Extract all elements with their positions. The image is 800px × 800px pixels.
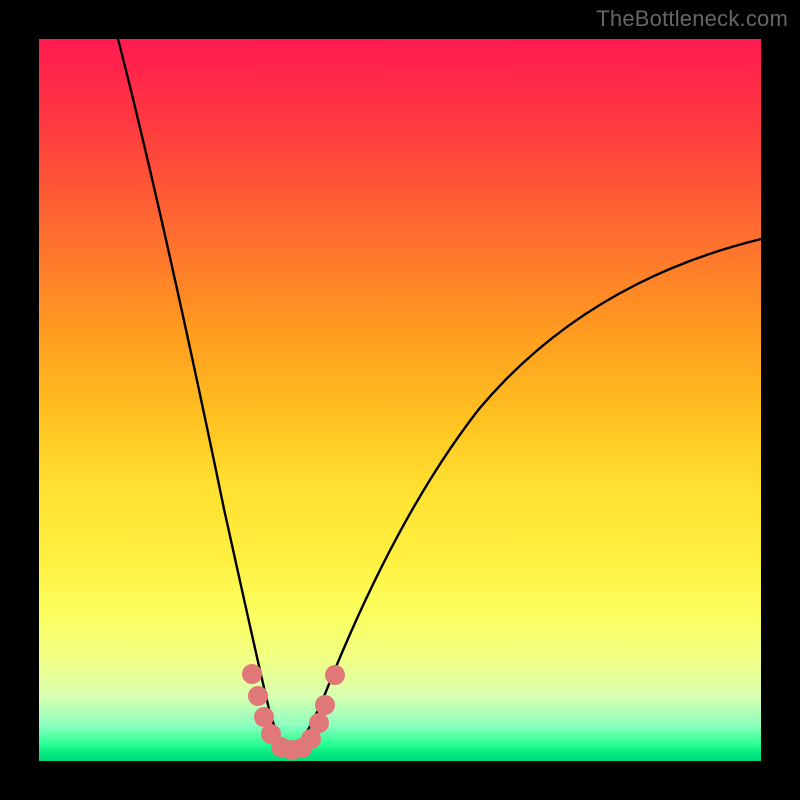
watermark-text: TheBottleneck.com bbox=[596, 6, 788, 32]
marker-dot bbox=[315, 695, 335, 715]
marker-dot bbox=[242, 664, 262, 684]
plot-area bbox=[39, 39, 761, 761]
curve-left-branch bbox=[118, 39, 289, 750]
curve-right-branch bbox=[289, 239, 761, 750]
marker-dot bbox=[309, 713, 329, 733]
curve-layer bbox=[39, 39, 761, 761]
marker-dot bbox=[325, 665, 345, 685]
marker-dot bbox=[248, 686, 268, 706]
marker-group bbox=[242, 664, 345, 760]
outer-frame: TheBottleneck.com bbox=[0, 0, 800, 800]
